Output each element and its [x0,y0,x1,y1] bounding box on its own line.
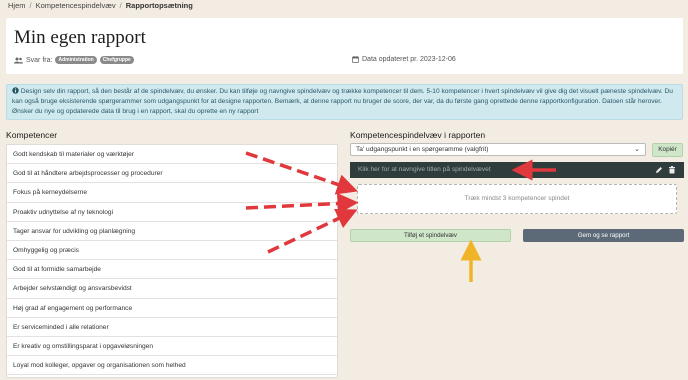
competence-item[interactable]: Omhyggelig og præcis [7,241,337,261]
report-header-card: Min egen rapport Svar fra: Administratio… [6,18,683,74]
page-title: Min egen rapport [14,27,146,48]
competence-dropzone[interactable]: Træk mindst 3 kompetencer spindet [357,184,677,214]
questionnaire-select-value: Ta' udgangspunkt i en spørgeramme (valgf… [356,146,489,153]
competence-item[interactable]: Tager ansvar for udvikling og planlægnin… [7,222,337,241]
breadcrumb-separator: / [29,1,32,10]
breadcrumb-separator: / [119,1,122,10]
competence-list: Godt kendskab til materialer og værktøje… [6,144,338,378]
respondents-info: Svar fra: Administration Chefgruppe [14,56,134,64]
breadcrumb: Hjem / Kompetencespindelvæv / Rapportops… [8,1,193,10]
chevron-down-icon: ⌄ [634,146,640,153]
competence-item[interactable]: Fokus på kerneydelserne [7,183,337,203]
competence-item[interactable]: Arbejder selvstændigt og ansvarsbevidst [7,279,337,299]
info-icon [12,87,19,94]
badge-chefgruppe: Chefgruppe [99,56,134,64]
competence-item[interactable]: Godt kendskab til materialer og værktøje… [7,145,337,165]
pencil-icon[interactable] [655,166,663,174]
competence-item[interactable]: God til at håndtere arbejdsprocesser og … [7,164,337,184]
info-alert: Design selv din rapport, så den består a… [6,84,683,120]
spider-web-title-input[interactable]: Klik her for at navngive titlen på spind… [358,166,491,173]
badge-administration: Administration [55,56,97,64]
competence-item[interactable]: Loyal mod kolleger, opgaver og organisat… [7,356,337,376]
breadcrumb-home[interactable]: Hjem [8,1,26,10]
copy-button[interactable]: Kopiér [652,143,683,157]
data-updated-text: Data opdateret pr. 2023-12-06 [362,56,456,63]
competence-item[interactable]: Er serviceminded i alle relationer [7,318,337,337]
info-text: Design selv din rapport, så den består a… [12,88,673,115]
add-spider-web-button[interactable]: Tilføj et spindelvæv [350,229,511,242]
spider-web-header: Klik her for at navngive titlen på spind… [350,162,684,178]
competence-item[interactable]: Er kreativ og omstillingsparat i opgavel… [7,337,337,357]
competences-title: Kompetencer [6,130,58,140]
save-and-view-report-button[interactable]: Gem og se rapport [523,229,684,242]
respondents-label: Svar fra: [26,56,53,64]
users-icon [14,57,23,63]
trash-icon[interactable] [668,166,676,174]
calendar-icon [352,56,359,63]
breadcrumb-current: Rapportopsætning [125,1,193,10]
data-updated-info: Data opdateret pr. 2023-12-06 [352,56,456,63]
breadcrumb-kompetencespindelvaev[interactable]: Kompetencespindelvæv [36,1,116,10]
competence-item[interactable]: Proaktiv udnyttelse af ny teknologi [7,203,337,222]
competence-item[interactable]: Høj grad af engagement og performance [7,299,337,318]
webs-title: Kompetencespindelvæv i rapporten [350,130,486,140]
competence-item[interactable]: God til at formidle samarbejde [7,260,337,280]
questionnaire-select[interactable]: Ta' udgangspunkt i en spørgeramme (valgf… [350,143,646,156]
